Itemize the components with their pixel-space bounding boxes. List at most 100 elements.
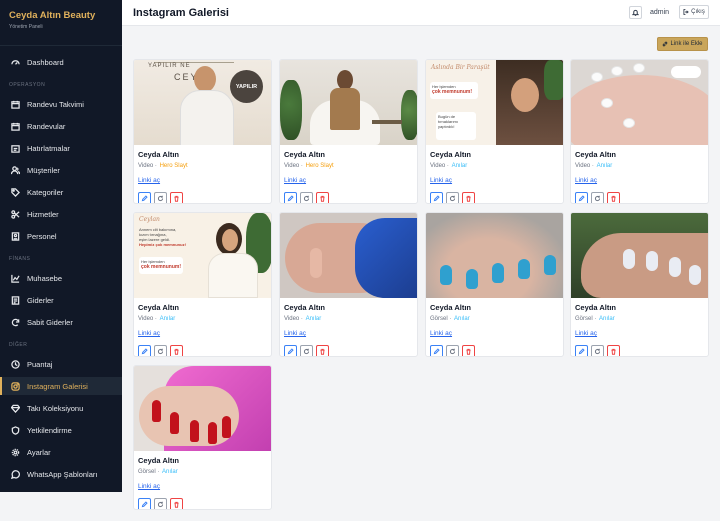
gallery-thumbnail[interactable]: Aslında Bir Paraşüt Her işlemden çok mem… (426, 60, 563, 145)
card-name: Ceyda Altın (138, 456, 179, 465)
category-label: Anılar (596, 163, 613, 169)
bell-icon (632, 9, 639, 16)
open-link[interactable]: Linki aç (575, 330, 597, 337)
delete-button[interactable] (607, 345, 620, 356)
sidebar-item-instagram-galerisi[interactable]: Instagram Galerisi (0, 377, 122, 395)
refresh-button[interactable] (154, 192, 167, 203)
trash-icon (319, 195, 326, 202)
sidebar-item-muhasebe[interactable]: Muhasebe (0, 269, 122, 287)
delete-button[interactable] (607, 192, 620, 203)
edit-button[interactable] (430, 345, 443, 356)
nail (518, 259, 530, 279)
sidebar-item-label: Randevu Takvimi (27, 99, 84, 109)
reminder-icon (11, 144, 20, 153)
delete-button[interactable] (170, 192, 183, 203)
gallery-thumbnail[interactable] (134, 366, 271, 451)
open-link[interactable]: Linki aç (138, 483, 160, 490)
media-type: Görsel (138, 469, 156, 475)
gallery-thumbnail[interactable]: Ceylan Annem cilt bakımına, kızım tırnağ… (134, 213, 271, 298)
person-head (194, 66, 216, 92)
refresh-button[interactable] (591, 192, 604, 203)
edit-button[interactable] (138, 498, 151, 509)
meta-separator: · (590, 163, 596, 169)
pencil-icon (433, 195, 440, 202)
edit-button[interactable] (138, 345, 151, 356)
notifications-button[interactable] (629, 6, 642, 19)
media-type: Video (284, 163, 300, 169)
gallery-thumbnail[interactable]: YAPILIR NE CEYDA YAPILIR (134, 60, 271, 145)
sidebar-item-randevular[interactable]: Randevular (0, 117, 122, 135)
edit-button[interactable] (138, 192, 151, 203)
open-link[interactable]: Linki aç (575, 177, 597, 184)
add-link-button[interactable]: Link ile Ekle (657, 37, 708, 51)
sidebar-item-musteriler[interactable]: Müşteriler (0, 161, 122, 179)
sidebar-item-hizmetler[interactable]: Hizmetler (0, 205, 122, 223)
edit-button[interactable] (284, 192, 297, 203)
sidebar-item-taki-koleksiyonu[interactable]: Takı Koleksiyonu (0, 399, 122, 417)
nail (152, 400, 161, 422)
sidebar-item-personel[interactable]: Personel (0, 227, 122, 245)
refresh-button[interactable] (446, 345, 459, 356)
refresh-button[interactable] (300, 345, 313, 356)
sidebar-item-hatirlatmalar[interactable]: Hatırlatmalar (0, 139, 122, 157)
overlay-text: Hepimiz çok memnunuz! (139, 242, 186, 247)
nail (646, 251, 658, 271)
gallery-thumbnail[interactable] (426, 213, 563, 298)
refresh-icon (303, 195, 310, 202)
nail (689, 265, 701, 285)
sidebar-item-whatsapp-sablonlari[interactable]: WhatsApp Şablonları (0, 465, 122, 483)
sidebar-item-ayarlar[interactable]: Ayarlar (0, 443, 122, 461)
card-name: Ceyda Altın (575, 303, 616, 312)
open-link[interactable]: Linki aç (138, 177, 160, 184)
sidebar-item-puantaj[interactable]: Puantaj (0, 355, 122, 373)
edit-button[interactable] (575, 345, 588, 356)
edit-button[interactable] (430, 192, 443, 203)
gallery-thumbnail[interactable] (571, 213, 708, 298)
open-link[interactable]: Linki aç (138, 330, 160, 337)
sidebar-item-giderler[interactable]: Giderler (0, 291, 122, 309)
open-link[interactable]: Linki aç (430, 177, 452, 184)
card-meta: Video · Anılar (284, 316, 413, 322)
nav-section-operasyon: OPERASYON (9, 82, 46, 88)
sidebar-item-kategoriler[interactable]: Kategoriler (0, 183, 122, 201)
edit-button[interactable] (284, 345, 297, 356)
calendar-check-icon (11, 122, 20, 131)
edit-button[interactable] (575, 192, 588, 203)
delete-button[interactable] (316, 345, 329, 356)
refresh-button[interactable] (591, 345, 604, 356)
gallery-thumbnail[interactable] (571, 60, 708, 145)
sidebar-item-randevu-takvimi[interactable]: Randevu Takvimi (0, 95, 122, 113)
delete-button[interactable] (462, 192, 475, 203)
gallery-thumbnail[interactable] (280, 213, 417, 298)
shield-icon (11, 425, 20, 435)
sidebar-item-sabit-giderler[interactable]: Sabit Giderler (0, 313, 122, 331)
gallery-thumbnail[interactable] (280, 60, 417, 145)
open-link[interactable]: Linki aç (430, 330, 452, 337)
refresh-button[interactable] (154, 498, 167, 509)
brand: Ceyda Altın Beauty Yönetim Paneli (0, 0, 122, 46)
sidebar-item-dashboard[interactable]: Dashboard (0, 53, 122, 71)
delete-button[interactable] (170, 345, 183, 356)
open-link[interactable]: Linki aç (284, 177, 306, 184)
delete-button[interactable] (170, 498, 183, 509)
sidebar-item-yetkilendirme[interactable]: Yetkilendirme (0, 421, 122, 439)
sidebar-item-label: Ayarlar (27, 447, 51, 457)
card-actions (575, 192, 704, 203)
media-type: Görsel (575, 316, 593, 322)
pencil-icon (578, 348, 585, 355)
logout-button[interactable]: Çıkış (679, 5, 709, 19)
plant (544, 60, 563, 100)
refresh-button[interactable] (300, 192, 313, 203)
refresh-button[interactable] (446, 192, 459, 203)
sidebar-item-label: Dashboard (27, 57, 64, 67)
pencil-icon (141, 195, 148, 202)
delete-button[interactable] (462, 345, 475, 356)
plant (280, 80, 302, 140)
card-body: Ceyda Altın Görsel · Anılar Linki aç (134, 451, 271, 509)
toenail (601, 98, 613, 108)
open-link[interactable]: Linki aç (284, 330, 306, 337)
card-name: Ceyda Altın (575, 150, 616, 159)
refresh-button[interactable] (154, 345, 167, 356)
delete-button[interactable] (316, 192, 329, 203)
person-body (180, 90, 234, 145)
